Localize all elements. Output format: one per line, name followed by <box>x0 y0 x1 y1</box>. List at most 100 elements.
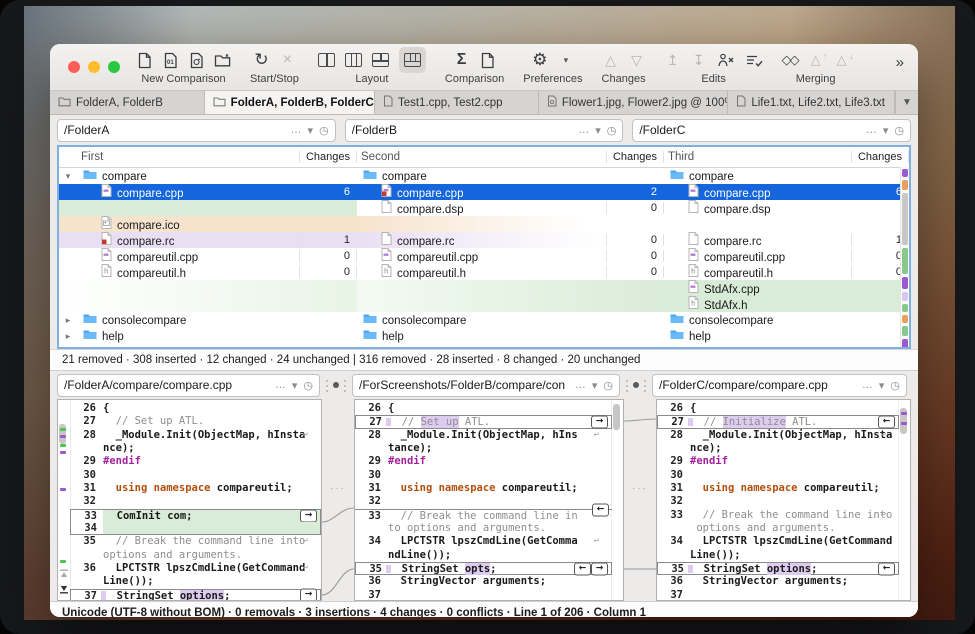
new-image-comparison-icon[interactable] <box>188 49 204 71</box>
next-change-icon[interactable]: ▽ <box>629 49 645 71</box>
code-line[interactable]: 34 LPCTSTR lpszCmdLine(GetComma↩ <box>355 535 612 548</box>
path-history-icon[interactable]: ◷ <box>607 124 617 137</box>
ignore-edits-icon[interactable] <box>717 49 735 71</box>
scrollbar-thumb[interactable] <box>59 424 66 444</box>
layout-two-columns-icon[interactable] <box>318 49 335 71</box>
tree-row[interactable]: compare.rc1compare.rc0compare.rc1 <box>59 232 909 248</box>
accept-edits-icon[interactable] <box>745 49 763 71</box>
code-line[interactable]: 35 // Break the command line into↩ <box>70 535 321 548</box>
code-line[interactable]: 36 StringVector arguments; <box>657 575 899 588</box>
zoom-window-button[interactable] <box>108 61 120 73</box>
tree-minimap-scrollbar[interactable] <box>900 167 909 347</box>
code-scrollbar-right[interactable] <box>898 400 910 600</box>
code-line[interactable]: 32 <box>355 495 612 508</box>
code-line[interactable]: 36 StringVector arguments; <box>355 575 612 588</box>
path-browse-icon[interactable]: … <box>862 379 873 391</box>
file-path-input-3[interactable]: /FolderC/compare/compare.cpp…▾◷ <box>652 374 907 397</box>
code-line[interactable]: 29#endif <box>355 455 612 468</box>
path-dropdown-icon[interactable]: ▾ <box>883 124 889 137</box>
tree-row[interactable]: ▾comparecomparecompare <box>59 168 909 184</box>
code-line[interactable]: 32 <box>657 495 899 508</box>
path-browse-icon[interactable]: … <box>575 379 586 391</box>
code-line[interactable]: 32 <box>70 495 321 508</box>
code-line[interactable]: 37 <box>657 589 899 601</box>
merge-left-button[interactable]: ← <box>878 416 895 429</box>
path-browse-icon[interactable]: … <box>291 124 302 136</box>
tree-row[interactable]: StdAfx.cpp <box>59 280 909 296</box>
file-path-input-1[interactable]: /FolderA/compare/compare.cpp…▾◷ <box>57 374 320 397</box>
close-window-button[interactable] <box>68 61 80 73</box>
tab-2[interactable]: FolderA, FolderB, FolderC <box>205 91 375 114</box>
scrollbar-thumb[interactable] <box>613 404 620 430</box>
merge-left-button[interactable]: ← <box>592 503 609 516</box>
tab-4[interactable]: Flower1.jpg, Flower2.jpg @ 100% <box>539 91 729 114</box>
code-line[interactable]: 29#endif <box>70 455 321 468</box>
new-folder-comparison-icon[interactable] <box>214 49 231 71</box>
code-line[interactable]: 26{ <box>70 402 321 415</box>
tab-1[interactable]: FolderA, FolderB <box>50 91 205 114</box>
code-line[interactable]: 27 // Initialize ATL.← <box>657 415 899 428</box>
path-dropdown-icon[interactable]: ▾ <box>308 124 314 137</box>
code-line[interactable]: 33 // Break the command line into↩ <box>657 509 899 522</box>
code-line[interactable]: nce); <box>70 442 321 455</box>
path-browse-icon[interactable]: … <box>866 124 877 136</box>
code-line[interactable]: 30 <box>70 469 321 482</box>
folder-path-input-2[interactable]: /FolderB…▾◷ <box>345 119 624 142</box>
code-line[interactable]: tance); <box>355 442 612 455</box>
tree-row[interactable]: hStdAfx.h <box>59 296 909 312</box>
tree-row[interactable]: compare.ico <box>59 216 909 232</box>
code-area[interactable]: 26{27 // Set up ATL.→28 _Module.Init(Obj… <box>355 400 612 600</box>
previous-change-icon[interactable]: △ <box>603 49 619 71</box>
merge-left-button[interactable]: ← <box>574 562 591 575</box>
tree-row[interactable]: compare.cpp6compare.cpp2compare.cpp6 <box>59 184 909 200</box>
path-dropdown-icon[interactable]: ▾ <box>292 379 298 392</box>
code-line[interactable]: 27 // Set up ATL.→ <box>355 415 612 428</box>
code-line[interactable]: ndLine()); <box>355 549 612 562</box>
code-line[interactable]: 31 using namespace compareutil; <box>355 482 612 495</box>
folder-path-input-3[interactable]: /FolderC…▾◷ <box>632 119 911 142</box>
code-line[interactable]: nce); <box>657 442 899 455</box>
tree-expander-closed[interactable]: ▸ <box>59 331 77 342</box>
code-line[interactable]: 28 _Module.Init(ObjectMap, hInsta↩ <box>657 429 899 442</box>
code-line[interactable]: 36 LPCTSTR lpszCmdLine(GetCommand↩ <box>70 562 321 575</box>
tree-expander-closed[interactable]: ▸ <box>59 315 77 326</box>
code-line[interactable]: 35 StringSet opts;←→ <box>355 562 612 575</box>
folder-path-input-1[interactable]: /FolderA…▾◷ <box>57 119 336 142</box>
stop-comparison-icon[interactable]: × <box>279 49 295 71</box>
scroll-to-top-icon[interactable] <box>58 569 69 578</box>
automatic-merge-icon[interactable]: ◇◇ <box>782 49 798 71</box>
layout-three-rows-icon[interactable] <box>399 47 426 73</box>
code-line[interactable]: 31 using namespace compareutil; <box>657 482 899 495</box>
layout-two-rows-icon[interactable] <box>372 49 389 71</box>
tree-expander-open[interactable]: ▾ <box>59 171 77 182</box>
path-history-icon[interactable]: ◷ <box>894 124 904 137</box>
tree-row[interactable]: compare.dsp0compare.dsp <box>59 200 909 216</box>
merge-right-button[interactable]: → <box>591 416 608 429</box>
new-text-comparison-icon[interactable] <box>136 49 152 71</box>
code-line[interactable]: 28 _Module.Init(ObjectMap, hIns↩ <box>355 429 612 442</box>
code-line[interactable]: 33 ComInit com;→ <box>70 509 321 522</box>
link-toggle-button[interactable] <box>333 382 339 388</box>
code-line[interactable]: Line()); <box>70 575 321 588</box>
merge-right-button[interactable]: → <box>300 589 317 601</box>
tab-overflow-button[interactable]: ▼ <box>895 91 918 114</box>
code-area[interactable]: 26{27 // Initialize ATL.←28 _Module.Init… <box>657 400 899 600</box>
code-line[interactable]: 33 // Break the command line in↩← <box>355 509 612 522</box>
code-area[interactable]: 26{27 // Set up ATL.28 _Module.Init(Obje… <box>70 400 321 600</box>
code-line[interactable]: 29#endif <box>657 455 899 468</box>
path-history-icon[interactable]: ◷ <box>603 379 613 392</box>
restart-comparison-icon[interactable]: ↻ <box>253 49 269 71</box>
link-toggle-button[interactable] <box>633 382 639 388</box>
layout-three-columns-icon[interactable] <box>345 49 362 71</box>
code-line[interactable]: Line()); <box>657 549 899 562</box>
path-browse-icon[interactable]: … <box>275 379 286 391</box>
panel-splitter[interactable] <box>320 382 352 388</box>
tab-5[interactable]: Life1.txt, Life2.txt, Life3.txt <box>728 91 895 114</box>
path-history-icon[interactable]: ◷ <box>303 379 313 392</box>
preferences-gear-icon[interactable]: ⚙ <box>532 49 548 71</box>
path-dropdown-icon[interactable]: ▾ <box>595 124 601 137</box>
file-path-input-2[interactable]: /ForScreenshots/FolderB/compare/con…▾◷ <box>352 374 620 397</box>
merge-right-button[interactable]: → <box>591 562 608 575</box>
tree-row[interactable]: compareutil.cpp0compareutil.cpp0compareu… <box>59 248 909 264</box>
tree-row[interactable]: ▸consolecompareconsolecompareconsolecomp… <box>59 312 909 328</box>
